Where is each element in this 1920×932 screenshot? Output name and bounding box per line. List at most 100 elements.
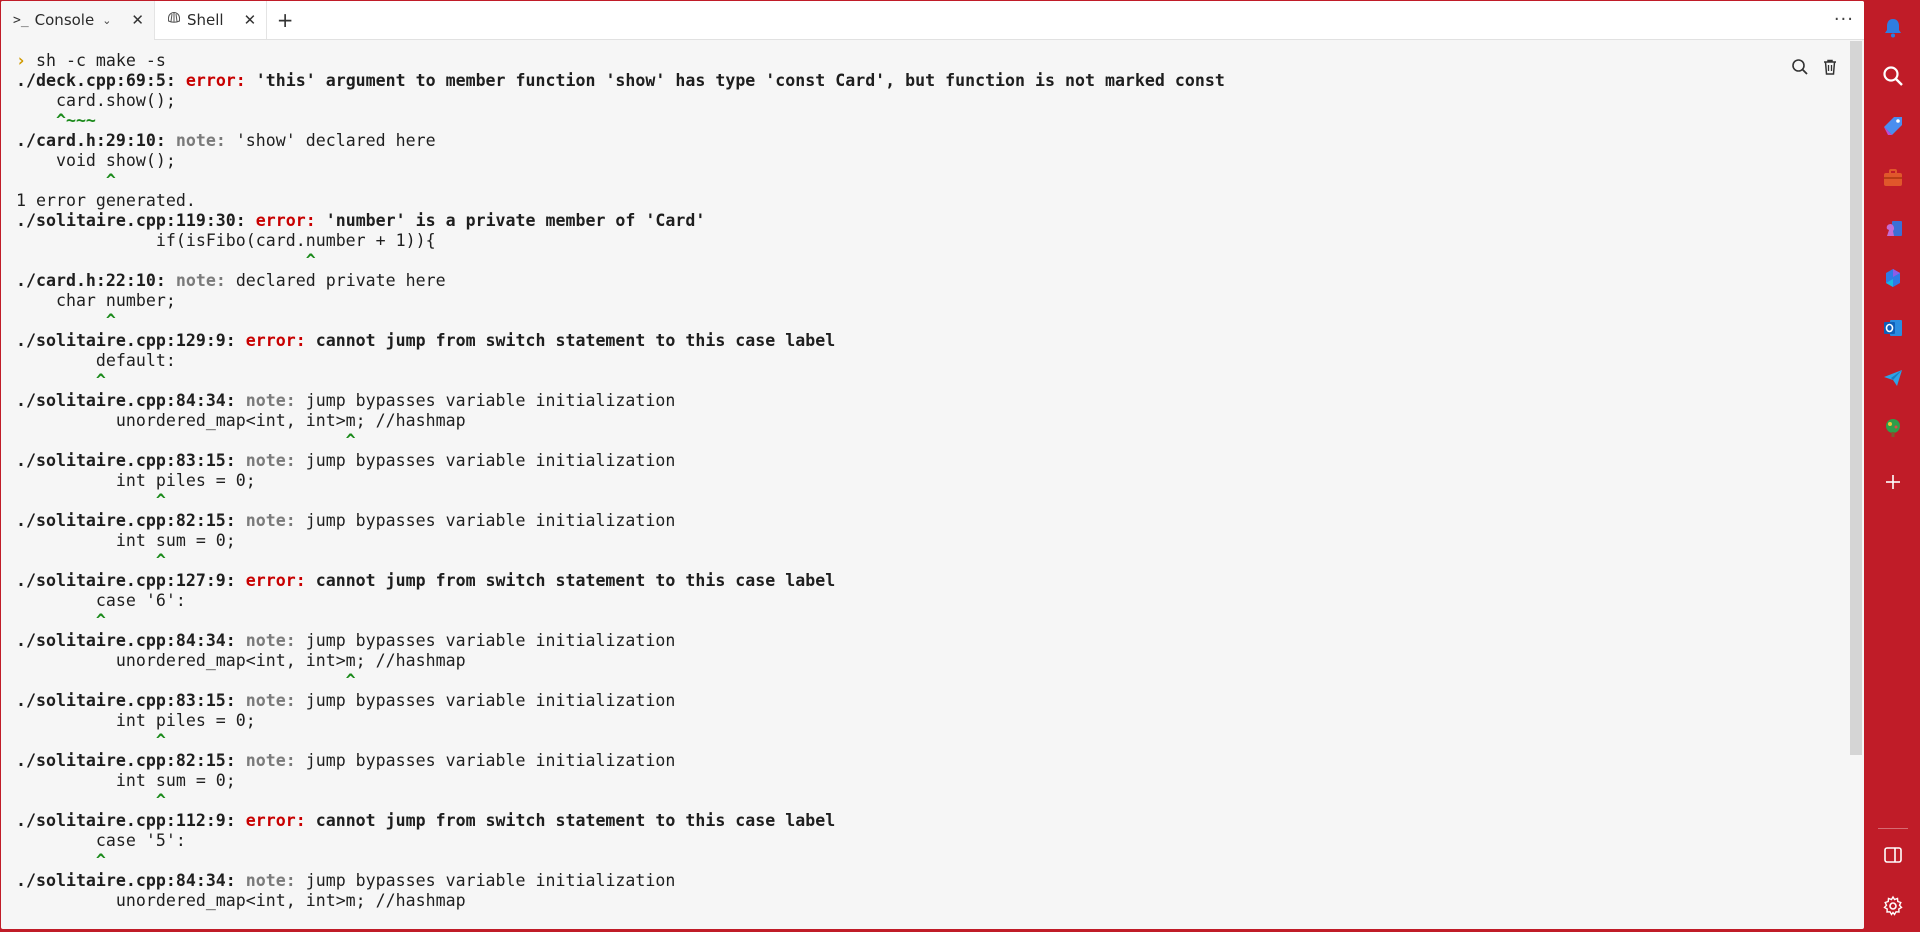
note-label: note: bbox=[175, 271, 236, 290]
close-icon[interactable]: ✕ bbox=[244, 11, 257, 29]
search-icon[interactable] bbox=[1881, 64, 1905, 88]
console-text: void show(); bbox=[16, 151, 176, 170]
console-line: ./solitaire.cpp:82:15: note: jump bypass… bbox=[16, 751, 1849, 771]
console-text: case '5': bbox=[16, 831, 186, 850]
console-line: ./solitaire.cpp:84:34: note: jump bypass… bbox=[16, 871, 1849, 891]
note-label: note: bbox=[175, 131, 236, 150]
console-text: unordered_map<int, int>m; //hashmap bbox=[16, 651, 466, 670]
note-label: note: bbox=[245, 631, 306, 650]
console-line: unordered_map<int, int>m; //hashmap bbox=[16, 891, 1849, 911]
console-text: int piles = 0; bbox=[16, 471, 256, 490]
close-icon[interactable]: ✕ bbox=[131, 11, 144, 29]
prompt-glyph: › bbox=[16, 51, 36, 70]
chess-icon[interactable] bbox=[1881, 216, 1905, 240]
console-line: ^ bbox=[16, 671, 1849, 691]
tag-icon[interactable] bbox=[1881, 114, 1905, 138]
console-output[interactable]: › sh -c make -s ./deck.cpp:69:5: error: '… bbox=[1, 41, 1849, 929]
console-text: jump bypasses variable initialization bbox=[305, 511, 676, 530]
console-line: int sum = 0; bbox=[16, 531, 1849, 551]
note-label: note: bbox=[245, 391, 306, 410]
console-line: int piles = 0; bbox=[16, 471, 1849, 491]
outlook-icon[interactable] bbox=[1881, 316, 1905, 340]
console-line: ./card.h:29:10: note: 'show' declared he… bbox=[16, 131, 1849, 151]
plus-icon[interactable] bbox=[1881, 470, 1905, 494]
console-line: ./card.h:22:10: note: declared private h… bbox=[16, 271, 1849, 291]
caret-marker: ^ bbox=[16, 731, 166, 750]
console-line: case '6': bbox=[16, 591, 1849, 611]
console-text: ./solitaire.cpp:84:34: bbox=[16, 871, 246, 890]
chevron-down-icon[interactable]: ⌄ bbox=[102, 14, 111, 27]
console-line: ^ bbox=[16, 731, 1849, 751]
console-line: ./solitaire.cpp:127:9: error: cannot jum… bbox=[16, 571, 1849, 591]
search-icon[interactable] bbox=[1790, 57, 1810, 77]
caret-marker: ^~~~ bbox=[16, 111, 96, 130]
console-line: ^ bbox=[16, 251, 1849, 271]
right-sidebar bbox=[1866, 0, 1920, 932]
tab-shell[interactable]: Shell ✕ bbox=[155, 1, 268, 39]
trash-icon[interactable] bbox=[1820, 57, 1840, 77]
copilot-icon[interactable] bbox=[1881, 266, 1905, 290]
console-text: jump bypasses variable initialization bbox=[305, 871, 676, 890]
console-line: ./solitaire.cpp:84:34: note: jump bypass… bbox=[16, 631, 1849, 651]
console-text: jump bypasses variable initialization bbox=[305, 451, 676, 470]
console-line: ./solitaire.cpp:83:15: note: jump bypass… bbox=[16, 451, 1849, 471]
new-tab-button[interactable]: + bbox=[267, 1, 303, 39]
briefcase-icon[interactable] bbox=[1881, 166, 1905, 190]
tree-icon[interactable] bbox=[1881, 416, 1905, 440]
sidebar-divider bbox=[1878, 828, 1908, 829]
console-text: case '6': bbox=[16, 591, 186, 610]
console-text: int sum = 0; bbox=[16, 531, 236, 550]
console-line: ^~~~ bbox=[16, 111, 1849, 131]
console-line: default: bbox=[16, 351, 1849, 371]
console-text: cannot jump from switch statement to thi… bbox=[315, 571, 836, 590]
tab-label: Console bbox=[34, 11, 95, 29]
tab-label: Shell bbox=[187, 11, 224, 29]
console-line: ./solitaire.cpp:84:34: note: jump bypass… bbox=[16, 391, 1849, 411]
console-text: int piles = 0; bbox=[16, 711, 256, 730]
more-options-button[interactable]: ··· bbox=[1834, 9, 1854, 30]
caret-marker: ^ bbox=[16, 611, 106, 630]
console-text: ./solitaire.cpp:84:34: bbox=[16, 631, 246, 650]
console-line: ^ bbox=[16, 371, 1849, 391]
console-text: jump bypasses variable initialization bbox=[305, 751, 676, 770]
console-line: unordered_map<int, int>m; //hashmap bbox=[16, 411, 1849, 431]
console-text: char number; bbox=[16, 291, 176, 310]
console-text: ./solitaire.cpp:129:9: bbox=[16, 331, 246, 350]
caret-marker: ^ bbox=[16, 551, 166, 570]
console-text: ./solitaire.cpp:84:34: bbox=[16, 391, 246, 410]
console-text: cannot jump from switch statement to thi… bbox=[315, 811, 836, 830]
console-line: ./solitaire.cpp:119:30: error: 'number' … bbox=[16, 211, 1849, 231]
note-label: note: bbox=[245, 511, 306, 530]
console-text: declared private here bbox=[235, 271, 446, 290]
console-line: card.show(); bbox=[16, 91, 1849, 111]
panel-icon[interactable] bbox=[1881, 843, 1905, 867]
console-text: jump bypasses variable initialization bbox=[305, 391, 676, 410]
console-line: ./deck.cpp:69:5: error: 'this' argument … bbox=[16, 71, 1849, 91]
gear-icon[interactable] bbox=[1881, 894, 1905, 918]
scrollbar[interactable] bbox=[1850, 41, 1862, 755]
caret-marker: ^ bbox=[16, 791, 166, 810]
console-text: sh -c make -s bbox=[35, 51, 166, 70]
console-text: ./card.h:29:10: bbox=[16, 131, 176, 150]
console-text: int sum = 0; bbox=[16, 771, 236, 790]
caret-marker: ^ bbox=[16, 371, 106, 390]
tab-console[interactable]: >_ Console ⌄ ✕ bbox=[1, 1, 155, 40]
console-line: int piles = 0; bbox=[16, 711, 1849, 731]
send-icon[interactable] bbox=[1881, 366, 1905, 390]
console-line: ^ bbox=[16, 491, 1849, 511]
shell-icon bbox=[167, 11, 181, 29]
note-label: note: bbox=[245, 751, 306, 770]
console-text: 'number' is a private member of 'Card' bbox=[325, 211, 706, 230]
caret-marker: ^ bbox=[16, 851, 106, 870]
console-text: unordered_map<int, int>m; //hashmap bbox=[16, 411, 466, 430]
caret-marker: ^ bbox=[16, 251, 316, 270]
error-label: error: bbox=[245, 571, 316, 590]
app-window: >_ Console ⌄ ✕ Shell ✕ + ··· › sh -c mak… bbox=[1, 1, 1864, 929]
error-label: error: bbox=[245, 331, 316, 350]
console-line: case '5': bbox=[16, 831, 1849, 851]
error-label: error: bbox=[255, 211, 326, 230]
tab-bar: >_ Console ⌄ ✕ Shell ✕ + ··· bbox=[1, 1, 1864, 40]
bell-icon[interactable] bbox=[1881, 16, 1905, 40]
caret-marker: ^ bbox=[16, 311, 116, 330]
caret-marker: ^ bbox=[16, 671, 356, 690]
